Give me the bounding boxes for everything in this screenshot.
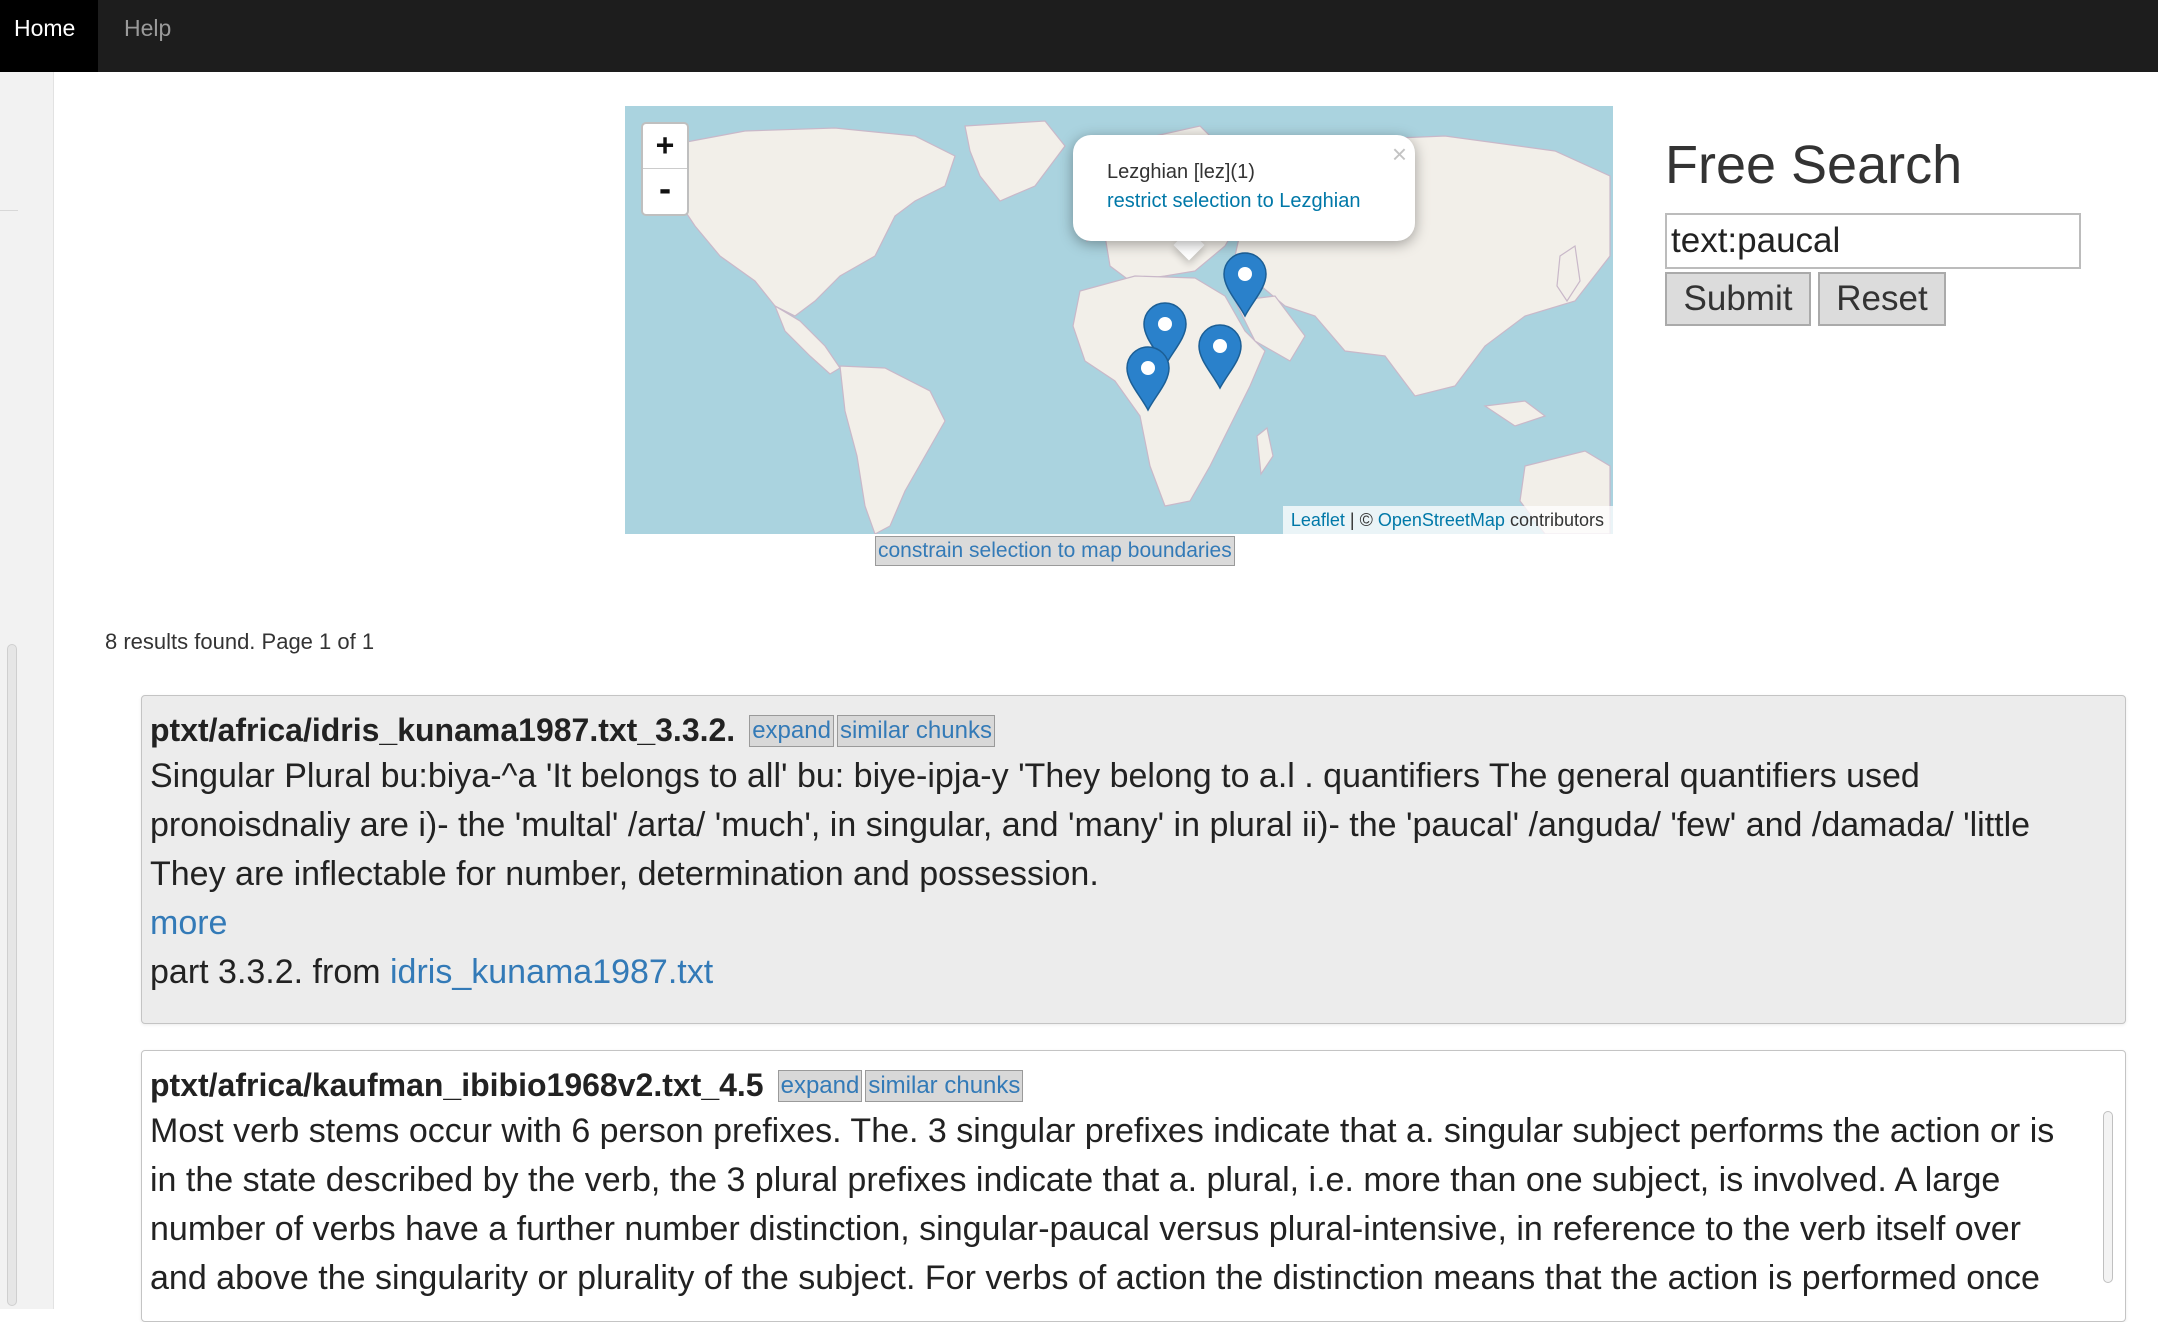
- popup-language-label: Lezghian [lez](1): [1107, 161, 1255, 183]
- openstreetmap-link[interactable]: OpenStreetMap: [1378, 510, 1505, 530]
- result-body: Singular Plural bu:biya-^a 'It belongs t…: [150, 752, 2110, 997]
- map-popup: Lezghian [lez](1) restrict selection to …: [1073, 135, 1415, 241]
- top-navbar: Home Help: [0, 0, 2158, 72]
- zoom-out-button[interactable]: -: [643, 169, 687, 213]
- zoom-control: + -: [641, 122, 689, 216]
- zoom-in-button[interactable]: +: [643, 124, 687, 169]
- search-input[interactable]: [1665, 213, 2081, 269]
- source-file-link[interactable]: idris_kunama1987.txt: [390, 953, 713, 991]
- more-link[interactable]: more: [150, 899, 2110, 948]
- result-header: ptxt/africa/idris_kunama1987.txt_3.3.2. …: [150, 712, 995, 749]
- similar-chunks-button[interactable]: similar chunks: [836, 714, 995, 747]
- leaflet-link[interactable]: Leaflet: [1291, 510, 1345, 530]
- nav-help-link[interactable]: Help: [110, 0, 185, 72]
- search-title: Free Search: [1665, 135, 1963, 195]
- result-body: Most verb stems occur with 6 person pref…: [150, 1107, 2085, 1303]
- result-source: part 3.3.2. from idris_kunama1987.txt: [150, 948, 2110, 997]
- results-count: 8 results found. Page 1 of 1: [105, 629, 375, 654]
- restrict-selection-link[interactable]: restrict selection to Lezghian: [1107, 190, 1360, 213]
- constrain-selection-button[interactable]: constrain selection to map boundaries: [875, 536, 1235, 566]
- similar-chunks-button[interactable]: similar chunks: [865, 1069, 1024, 1102]
- expand-button[interactable]: expand: [749, 714, 834, 747]
- attribution-separator: | ©: [1344, 510, 1378, 530]
- reset-button[interactable]: Reset: [1818, 272, 1946, 326]
- map-view[interactable]: + - Lezghian [lez](1) restrict selection…: [625, 106, 1613, 534]
- expand-button[interactable]: expand: [777, 1069, 863, 1102]
- result-title[interactable]: ptxt/africa/idris_kunama1987.txt_3.3.2.: [150, 712, 735, 749]
- result-text: Most verb stems occur with 6 person pref…: [150, 1112, 2055, 1297]
- result-text: Singular Plural bu:biya-^a 'It belongs t…: [150, 757, 2031, 893]
- nav-home-link[interactable]: Home: [0, 0, 98, 72]
- sidebar-divider: [0, 210, 18, 211]
- result-header: ptxt/africa/kaufman_ibibio1968v2.txt_4.5…: [150, 1067, 1024, 1104]
- sidebar-scrollbar[interactable]: [7, 644, 17, 1306]
- map-attribution: Leaflet | © OpenStreetMap contributors: [1282, 506, 1613, 534]
- attribution-contributors: contributors: [1504, 510, 1604, 530]
- submit-button[interactable]: Submit: [1665, 272, 1811, 326]
- left-sidebar: [0, 72, 54, 1309]
- result-title[interactable]: ptxt/africa/kaufman_ibibio1968v2.txt_4.5: [150, 1067, 764, 1104]
- result-scrollbar[interactable]: [2103, 1111, 2113, 1283]
- result-card: ptxt/africa/idris_kunama1987.txt_3.3.2. …: [141, 695, 2126, 1024]
- close-icon[interactable]: ×: [1392, 139, 1407, 170]
- result-card: ptxt/africa/kaufman_ibibio1968v2.txt_4.5…: [141, 1050, 2126, 1322]
- result-part-label: part 3.3.2. from: [150, 953, 390, 991]
